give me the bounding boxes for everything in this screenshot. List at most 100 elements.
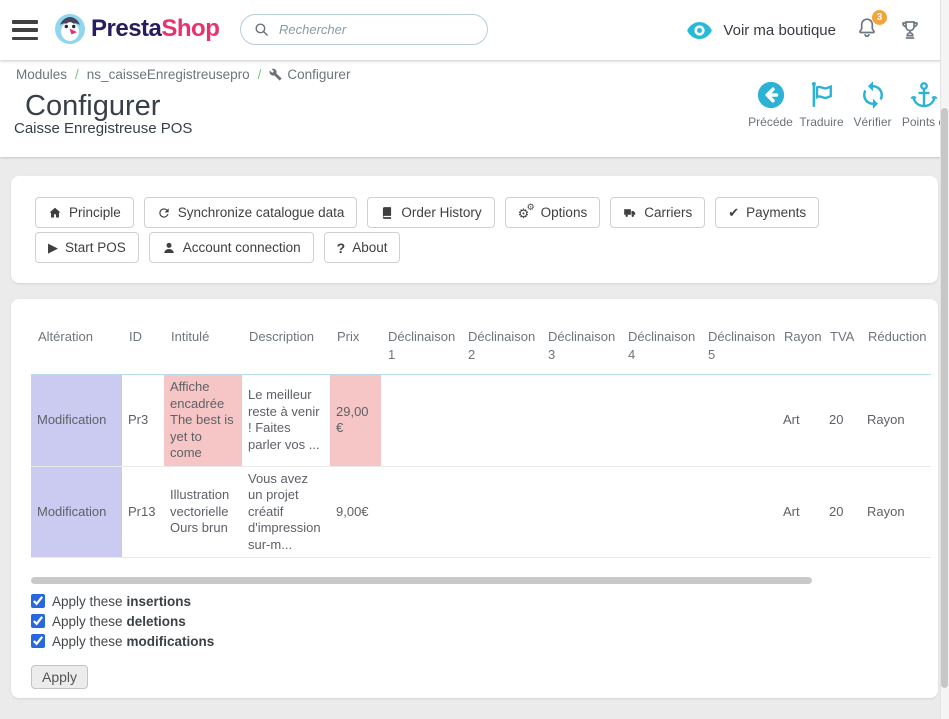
back-circle-icon (756, 80, 786, 110)
tab-account-connection[interactable]: Account connection (149, 232, 314, 263)
catalogue-diff-table: Altération ID Intitulé Description Prix … (31, 322, 931, 558)
breadcrumb: Modules / ns_caisseEnregistreusepro / Co… (16, 67, 350, 82)
top-bar: PrestaShop Voir ma boutique (0, 0, 949, 60)
action-label: Précéde (748, 115, 793, 129)
apply-modifications-row[interactable]: Apply these modifications (31, 631, 918, 651)
cell-description: Vous avez un projet créatif d'impression… (242, 466, 330, 558)
apply-button[interactable]: Apply (31, 665, 88, 689)
home-icon (48, 206, 62, 220)
gears-icon: ⚙⚙ (518, 205, 534, 220)
breadcrumb-current: Configurer (269, 67, 350, 82)
tab-payments[interactable]: ✔ Payments (715, 197, 819, 228)
tab-about[interactable]: ? About (324, 232, 401, 263)
checkbox-label-prefix: Apply these (52, 614, 123, 629)
cell-id: Pr13 (122, 466, 164, 558)
question-icon: ? (337, 241, 346, 255)
logo-wordmark: PrestaShop (91, 15, 219, 43)
apply-modifications-checkbox[interactable] (31, 634, 45, 648)
book-icon (380, 206, 394, 220)
checkbox-label-prefix: Apply these (52, 634, 123, 649)
breadcrumb-modules[interactable]: Modules (16, 67, 67, 82)
vertical-scrollbar-thumb[interactable] (941, 108, 948, 688)
column-header: Intitulé (164, 322, 242, 375)
wrench-icon (269, 68, 282, 81)
cell-declinaison-1 (381, 375, 461, 467)
apply-deletions-row[interactable]: Apply these deletions (31, 611, 918, 631)
column-header: Prix (330, 322, 381, 375)
apply-insertions-row[interactable]: Apply these insertions (31, 591, 918, 611)
tab-start-pos[interactable]: ▶ Start POS (35, 232, 139, 263)
cell-reduction: Rayon (861, 466, 931, 558)
check-icon: ✔ (728, 206, 739, 219)
translate-button[interactable]: Traduire (796, 80, 847, 129)
cell-declinaison-4 (621, 375, 701, 467)
tab-label: Synchronize catalogue data (178, 205, 345, 220)
apply-options: Apply these insertions Apply these delet… (31, 591, 918, 651)
breadcrumb-current-label: Configurer (287, 67, 350, 82)
view-shop-link[interactable]: Voir ma boutique (686, 21, 836, 40)
tab-synchronize-catalogue[interactable]: Synchronize catalogue data (144, 197, 358, 228)
column-header: TVA (823, 322, 861, 375)
cell-prix: 9,00€ (330, 466, 381, 558)
tab-carriers[interactable]: Carriers (610, 197, 705, 228)
action-label: Vérifier (853, 115, 891, 129)
tab-label: Start POS (65, 240, 126, 255)
breadcrumb-separator: / (258, 67, 262, 82)
tab-order-history[interactable]: Order History (367, 197, 494, 228)
global-search-box[interactable] (240, 14, 488, 45)
page-subtitle: Caisse Enregistreuse POS (14, 120, 192, 137)
vertical-scrollbar-track[interactable] (940, 0, 949, 719)
search-icon[interactable] (253, 21, 270, 38)
horizontal-scrollbar-thumb[interactable] (31, 577, 812, 584)
tab-principle[interactable]: Principle (35, 197, 134, 228)
prestashop-mascot-icon (55, 14, 85, 44)
user-icon (162, 241, 176, 255)
prestashop-admin-window: PrestaShop Voir ma boutique (0, 0, 949, 719)
checkbox-label-bold: insertions (127, 594, 192, 609)
eye-icon (686, 21, 713, 40)
search-input[interactable] (279, 22, 475, 37)
column-header: Déclinaison 2 (461, 322, 541, 375)
apply-deletions-checkbox[interactable] (31, 614, 45, 628)
tab-label: Payments (746, 205, 806, 220)
table-row: Modification Pr3 Affiche encadrée The be… (31, 375, 931, 467)
cell-tva: 20 (823, 466, 861, 558)
column-header: Déclinaison 3 (541, 322, 621, 375)
action-label: Points d (902, 115, 945, 129)
tab-label: About (352, 240, 387, 255)
column-header: Déclinaison 5 (701, 322, 777, 375)
column-header: Rayon (777, 322, 823, 375)
hamburger-menu-icon[interactable] (12, 20, 38, 40)
cell-alteration: Modification (31, 466, 122, 558)
tab-options[interactable]: ⚙⚙ Options (505, 197, 601, 228)
column-header: Altération (31, 322, 122, 375)
prestashop-logo[interactable]: PrestaShop (55, 14, 219, 44)
checkbox-label-prefix: Apply these (52, 594, 123, 609)
tab-label: Principle (69, 205, 121, 220)
column-header: ID (122, 322, 164, 375)
table-row: Modification Pr13 Illustration vectoriel… (31, 466, 931, 558)
refresh-icon (858, 80, 888, 110)
trophy-icon[interactable] (898, 18, 922, 42)
tab-label: Carriers (644, 205, 692, 220)
topbar-right-cluster: Voir ma boutique 3 (686, 0, 922, 60)
anchor-icon (909, 80, 939, 110)
cell-id: Pr3 (122, 375, 164, 467)
cell-prix: 29,00€ (330, 375, 381, 467)
cell-alteration: Modification (31, 375, 122, 467)
cell-declinaison-5 (701, 466, 777, 558)
breadcrumb-module-name[interactable]: ns_caisseEnregistreusepro (87, 67, 250, 82)
check-updates-button[interactable]: Vérifier (847, 80, 898, 129)
apply-insertions-checkbox[interactable] (31, 594, 45, 608)
cell-declinaison-1 (381, 466, 461, 558)
tab-label: Account connection (183, 240, 301, 255)
catalogue-diff-panel: Altération ID Intitulé Description Prix … (11, 299, 938, 698)
notifications-button[interactable]: 3 (855, 16, 879, 45)
cell-declinaison-3 (541, 375, 621, 467)
module-tabs-panel: Principle Synchronize catalogue data Ord… (11, 176, 938, 283)
action-label: Traduire (799, 115, 843, 129)
cell-tva: 20 (823, 375, 861, 467)
column-header: Description (242, 322, 330, 375)
tab-label: Order History (401, 205, 481, 220)
previous-page-button[interactable]: Précéde (745, 80, 796, 129)
